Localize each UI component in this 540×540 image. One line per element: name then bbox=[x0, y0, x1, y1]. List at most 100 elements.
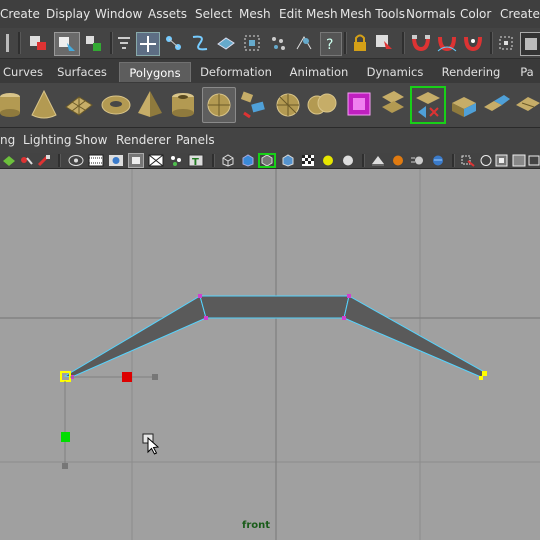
menu-normals[interactable]: Normals bbox=[406, 7, 456, 21]
select-rendering-icon[interactable] bbox=[294, 33, 314, 53]
poly-pipe-icon[interactable] bbox=[170, 89, 196, 121]
tab-surfaces[interactable]: Surfaces bbox=[52, 62, 112, 82]
menu-mesh-tools[interactable]: Mesh Tools bbox=[340, 7, 405, 21]
menu-display[interactable]: Display bbox=[46, 7, 90, 21]
poly-soccer-ball-icon[interactable] bbox=[274, 91, 302, 119]
menu-edit-mesh[interactable]: Edit Mesh bbox=[279, 7, 338, 21]
poly-cone-icon[interactable] bbox=[30, 89, 58, 121]
isolate-select-icon[interactable] bbox=[460, 154, 476, 167]
snap-to-points-icon[interactable] bbox=[462, 33, 484, 53]
vertex[interactable] bbox=[347, 294, 351, 298]
select-by-hierarchy-icon[interactable] bbox=[28, 34, 48, 52]
select-by-object-icon[interactable] bbox=[54, 32, 80, 56]
poly-platonic-icon[interactable] bbox=[238, 89, 268, 121]
tab-deformation[interactable]: Deformation bbox=[196, 62, 276, 82]
menu-create-uvs[interactable]: Create U bbox=[500, 7, 540, 21]
filter-icon[interactable] bbox=[116, 34, 132, 52]
select-deformations-icon[interactable] bbox=[242, 33, 262, 53]
xray-icon[interactable] bbox=[280, 154, 296, 167]
shadows-icon[interactable] bbox=[370, 154, 386, 167]
snap-to-curves-icon[interactable] bbox=[436, 33, 458, 53]
help-icon[interactable]: ? bbox=[320, 32, 342, 56]
select-camera-icon[interactable] bbox=[2, 154, 16, 167]
wireframe-on-shaded-icon[interactable] bbox=[258, 153, 276, 168]
smooth-shade-icon[interactable] bbox=[240, 154, 256, 167]
tab-dynamics[interactable]: Dynamics bbox=[362, 62, 428, 82]
tab-polygons[interactable]: Polygons bbox=[119, 62, 191, 82]
divider bbox=[212, 154, 215, 167]
poly-combine-icon[interactable] bbox=[306, 91, 338, 119]
panel-menu-lighting[interactable]: Lighting bbox=[23, 133, 72, 147]
display-grid-icon[interactable] bbox=[512, 154, 526, 167]
use-default-lighting-icon[interactable] bbox=[320, 154, 336, 167]
poly-smooth-proxy-icon[interactable] bbox=[344, 87, 374, 121]
poly-split-polygon-icon[interactable] bbox=[410, 86, 446, 124]
use-all-lights-icon[interactable] bbox=[340, 154, 356, 167]
xray-joints-icon[interactable] bbox=[478, 154, 494, 167]
manipulator-y-tip[interactable] bbox=[62, 463, 68, 469]
grid-origin-axes bbox=[0, 169, 540, 540]
panel-menu-shading[interactable]: ng bbox=[0, 133, 15, 147]
select-curves-icon[interactable] bbox=[190, 33, 210, 53]
snap-to-view-plane-icon[interactable] bbox=[498, 33, 516, 53]
safe-title-icon[interactable]: T bbox=[188, 154, 204, 167]
tab-animation[interactable]: Animation bbox=[284, 62, 354, 82]
panel-menu-show[interactable]: Show bbox=[75, 133, 107, 147]
poly-extract-icon[interactable] bbox=[378, 89, 408, 121]
poly-append-icon[interactable] bbox=[514, 89, 540, 121]
manipulator-x-handle[interactable] bbox=[122, 372, 132, 382]
menu-mesh[interactable]: Mesh bbox=[239, 7, 271, 21]
poly-pyramid-icon[interactable] bbox=[136, 89, 164, 121]
panel-menu-panels[interactable]: Panels bbox=[176, 133, 215, 147]
film-gate-icon[interactable] bbox=[88, 154, 104, 167]
menu-select[interactable]: Select bbox=[195, 7, 232, 21]
poly-bridge-icon[interactable] bbox=[482, 89, 512, 121]
poly-torus-icon[interactable] bbox=[100, 91, 132, 119]
selected-vertex[interactable] bbox=[482, 371, 487, 376]
field-chart-icon[interactable] bbox=[148, 154, 164, 167]
highlight-selection-icon[interactable] bbox=[374, 33, 396, 53]
move-manipulator[interactable] bbox=[61, 372, 158, 469]
textured-icon[interactable] bbox=[300, 154, 316, 167]
hud-icon[interactable] bbox=[528, 154, 540, 167]
camera-attributes-icon[interactable] bbox=[19, 154, 33, 167]
multisample-aa-icon[interactable] bbox=[430, 154, 446, 167]
safe-action-icon[interactable] bbox=[168, 154, 184, 167]
poly-sphere-icon[interactable] bbox=[202, 87, 236, 123]
vertex[interactable] bbox=[204, 316, 208, 320]
menu-create[interactable]: Create bbox=[0, 7, 40, 21]
menu-assets[interactable]: Assets bbox=[148, 7, 187, 21]
panel-menu-renderer[interactable]: Renderer bbox=[116, 133, 171, 147]
image-plane-icon[interactable] bbox=[68, 154, 84, 167]
manipulator-y-handle[interactable] bbox=[61, 432, 70, 442]
gate-mask-icon[interactable] bbox=[128, 153, 144, 168]
wireframe-icon[interactable] bbox=[220, 154, 236, 167]
vertex[interactable] bbox=[198, 294, 202, 298]
tab-paint-effects[interactable]: Pa bbox=[514, 62, 540, 82]
poly-plane-icon[interactable] bbox=[64, 89, 94, 121]
front-viewport[interactable]: front bbox=[0, 169, 540, 540]
snap-to-grid-icon[interactable] bbox=[410, 33, 432, 53]
tab-curves[interactable]: Curves bbox=[0, 62, 46, 82]
poly-cylinder-partial-icon[interactable] bbox=[0, 89, 22, 121]
collapse-handle-icon[interactable] bbox=[6, 34, 9, 52]
select-handles-icon[interactable] bbox=[136, 32, 160, 56]
select-by-component-icon[interactable] bbox=[84, 34, 104, 52]
vertex[interactable] bbox=[342, 316, 346, 320]
render-view-icon[interactable] bbox=[520, 32, 540, 56]
lock-selection-icon[interactable] bbox=[352, 33, 368, 53]
bookmarks-icon[interactable] bbox=[37, 154, 51, 167]
select-joints-icon[interactable] bbox=[164, 34, 184, 52]
component-xray-icon[interactable] bbox=[494, 154, 510, 167]
manipulator-x-tip[interactable] bbox=[152, 374, 158, 380]
motion-blur-icon[interactable] bbox=[410, 154, 426, 167]
resolution-gate-icon[interactable] bbox=[108, 154, 124, 167]
menu-color[interactable]: Color bbox=[460, 7, 491, 21]
tab-rendering[interactable]: Rendering bbox=[436, 62, 506, 82]
select-surfaces-icon[interactable] bbox=[216, 34, 236, 52]
menu-window[interactable]: Window bbox=[95, 7, 142, 21]
select-dynamics-icon[interactable] bbox=[268, 33, 288, 53]
screen-space-ao-icon[interactable] bbox=[390, 154, 406, 167]
poly-extrude-icon[interactable] bbox=[450, 89, 478, 121]
selected-vertex[interactable] bbox=[479, 376, 483, 380]
